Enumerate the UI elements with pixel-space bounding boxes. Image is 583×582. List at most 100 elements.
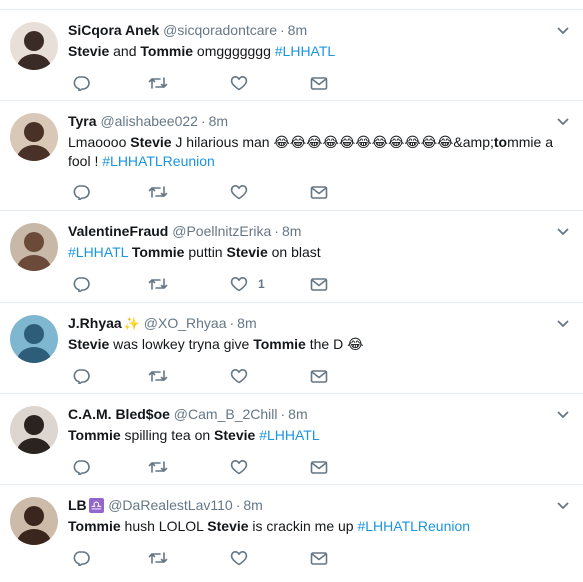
display-name[interactable]: J.Rhyaa (68, 315, 122, 331)
timestamp[interactable]: 8m (243, 497, 262, 513)
display-name[interactable]: SiCqora Anek (68, 22, 159, 38)
separator-dot: · (235, 497, 241, 513)
reply-icon (72, 276, 90, 292)
hashtag-link[interactable]: #LHHATLReunion (102, 153, 215, 169)
username-handle[interactable]: @Cam_B_2Chill (174, 406, 278, 422)
emoji: 😂 (347, 336, 364, 352)
timestamp[interactable]: 8m (282, 223, 301, 239)
direct-message-button[interactable] (310, 74, 328, 92)
like-count: 1 (258, 277, 265, 291)
retweet-button[interactable] (148, 549, 168, 567)
hashtag-link[interactable]: #LHHATL (275, 43, 335, 59)
display-name[interactable]: ValentineFraud (68, 223, 168, 239)
tweet-header: Tyra @alishabee022 · 8m (68, 112, 543, 130)
display-name[interactable]: LB (68, 497, 87, 513)
highlighted-keyword: Tommie (68, 427, 121, 443)
separator-dot: · (280, 406, 286, 422)
avatar[interactable] (10, 497, 58, 545)
highlighted-keyword: Stevie (207, 518, 249, 534)
username-handle[interactable]: @sicqoradontcare (163, 22, 277, 38)
avatar[interactable] (10, 22, 58, 70)
timestamp[interactable]: 8m (237, 315, 256, 331)
separator-dot: · (200, 113, 206, 129)
timestamp[interactable]: 8m (288, 406, 307, 422)
username-handle[interactable]: @PoellnitzErika (172, 223, 271, 239)
heart-icon (230, 75, 248, 91)
username-handle[interactable]: @alishabee022 (100, 113, 198, 129)
direct-message-button[interactable] (310, 549, 328, 567)
timestamp[interactable]: 8m (288, 22, 307, 38)
retweet-button[interactable] (148, 458, 168, 476)
tweet-actions (72, 183, 372, 201)
reply-button[interactable] (72, 183, 90, 201)
separator-dot: · (229, 315, 235, 331)
tweet-text: Lmaoooo Stevie J hilarious man 😂😂😂😂😂😂😂😂😂… (68, 133, 553, 171)
tweet-text-segment: was lowkey tryna give (109, 336, 254, 352)
like-button[interactable] (230, 458, 248, 476)
username-handle[interactable]: @XO_Rhyaa (144, 315, 227, 331)
envelope-icon (310, 75, 328, 91)
avatar[interactable] (10, 406, 58, 454)
display-name[interactable]: C.A.M. Bled$oe (68, 406, 170, 422)
tweet-card[interactable]: ValentineFraud @PoellnitzErika · 8m #LHHATL… (0, 210, 583, 302)
highlighted-keyword: Tommie (68, 518, 121, 534)
reply-button[interactable] (72, 458, 90, 476)
reply-button[interactable] (72, 275, 90, 293)
tweet-card[interactable]: SiCqora Anek @sicqoradontcare · 8m Stevie a… (0, 9, 583, 100)
direct-message-button[interactable] (310, 183, 328, 201)
tweet-text-segment: omggggggg (193, 43, 275, 59)
tweet-card[interactable]: Tyra @alishabee022 · 8m Lmaoooo Stevie J hi… (0, 100, 583, 210)
tweet-header: ValentineFraud @PoellnitzErika · 8m (68, 222, 543, 240)
display-name[interactable]: Tyra (68, 113, 97, 129)
direct-message-button[interactable] (310, 458, 328, 476)
direct-message-button[interactable] (310, 367, 328, 385)
tweet-text: #LHHATL Tommie puttin Stevie on blast (68, 243, 553, 262)
chevron-down-icon[interactable] (557, 317, 569, 329)
chevron-down-icon[interactable] (557, 225, 569, 237)
hashtag-link[interactable]: #LHHATL (68, 244, 128, 260)
reply-button[interactable] (72, 74, 90, 92)
retweet-button[interactable] (148, 275, 168, 293)
tweet-text: Tommie hush LOLOL Stevie is crackin me u… (68, 517, 553, 536)
tweet-card[interactable]: C.A.M. Bled$oe @Cam_B_2Chill · 8m Tommie sp… (0, 393, 583, 484)
retweet-button[interactable] (148, 183, 168, 201)
envelope-icon (310, 276, 328, 292)
tweet-text-segment: hush LOLOL (120, 518, 208, 534)
like-button[interactable] (230, 74, 248, 92)
retweet-button[interactable] (148, 367, 168, 385)
retweet-icon (148, 550, 168, 566)
like-button[interactable] (230, 367, 248, 385)
highlighted-keyword: Tommie (253, 336, 306, 352)
like-button[interactable]: 1 (230, 275, 265, 293)
like-button[interactable] (230, 549, 248, 567)
chevron-down-icon[interactable] (557, 408, 569, 420)
chevron-down-icon[interactable] (557, 24, 569, 36)
hashtag-link[interactable]: #LHHATLReunion (357, 518, 470, 534)
tweet-text-segment: the D (305, 336, 348, 352)
avatar[interactable] (10, 223, 58, 271)
envelope-icon (310, 550, 328, 566)
retweet-button[interactable] (148, 74, 168, 92)
name-badge-emoji: ♎ (88, 498, 105, 513)
reply-button[interactable] (72, 549, 90, 567)
name-badge-emoji: ✨ (123, 316, 140, 331)
tweet-text-segment: Lmaoooo (68, 134, 131, 150)
envelope-icon (310, 368, 328, 384)
like-button[interactable] (230, 183, 248, 201)
timestamp[interactable]: 8m (209, 113, 228, 129)
avatar[interactable] (10, 315, 58, 363)
chevron-down-icon[interactable] (557, 115, 569, 127)
tweet-card[interactable]: J.Rhyaa ✨ @XO_Rhyaa · 8m Stevie was lowkey t… (0, 302, 583, 393)
direct-message-button[interactable] (310, 275, 328, 293)
username-handle[interactable]: @DaRealestLav110 (108, 497, 232, 513)
chevron-down-icon[interactable] (557, 499, 569, 511)
avatar[interactable] (10, 113, 58, 161)
reply-button[interactable] (72, 367, 90, 385)
tweet-text: Tommie spilling tea on Stevie #LHHATL (68, 426, 553, 445)
highlighted-keyword: Stevie (130, 134, 172, 150)
tweet-header: SiCqora Anek @sicqoradontcare · 8m (68, 21, 543, 39)
hashtag-link[interactable]: #LHHATL (259, 427, 319, 443)
tweet-text-segment: on blast (267, 244, 321, 260)
tweet-card[interactable]: LB ♎ @DaRealestLav110 · 8m Tommie hush LOLOL… (0, 484, 583, 582)
emoji: 😂😂😂😂😂😂😂😂😂😂😂 (273, 134, 454, 150)
